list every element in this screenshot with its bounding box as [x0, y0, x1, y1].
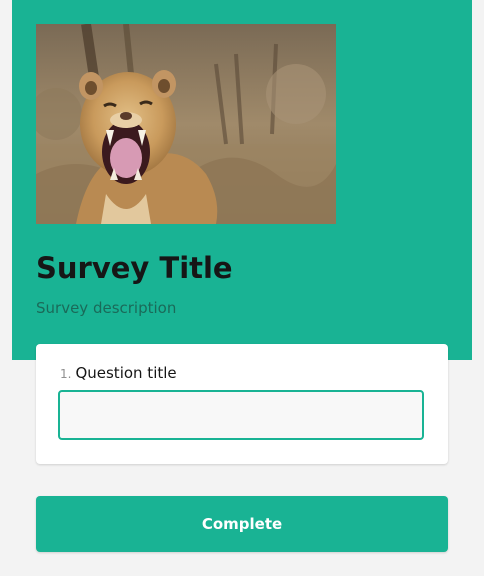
- survey-header: Survey Title Survey description: [12, 0, 472, 360]
- survey-description: Survey description: [36, 299, 177, 317]
- question-title: 1. Question title: [60, 362, 177, 385]
- complete-button[interactable]: Complete: [36, 496, 448, 552]
- survey-title: Survey Title: [36, 251, 233, 285]
- survey-page: Survey Title Survey description 1. Questi…: [0, 0, 484, 576]
- question-number: 1.: [60, 367, 72, 381]
- question-card: 1. Question title: [36, 344, 448, 464]
- survey-logo-image: [36, 24, 336, 224]
- question-title-text: Question title: [75, 364, 177, 382]
- question-answer-input[interactable]: [58, 390, 424, 440]
